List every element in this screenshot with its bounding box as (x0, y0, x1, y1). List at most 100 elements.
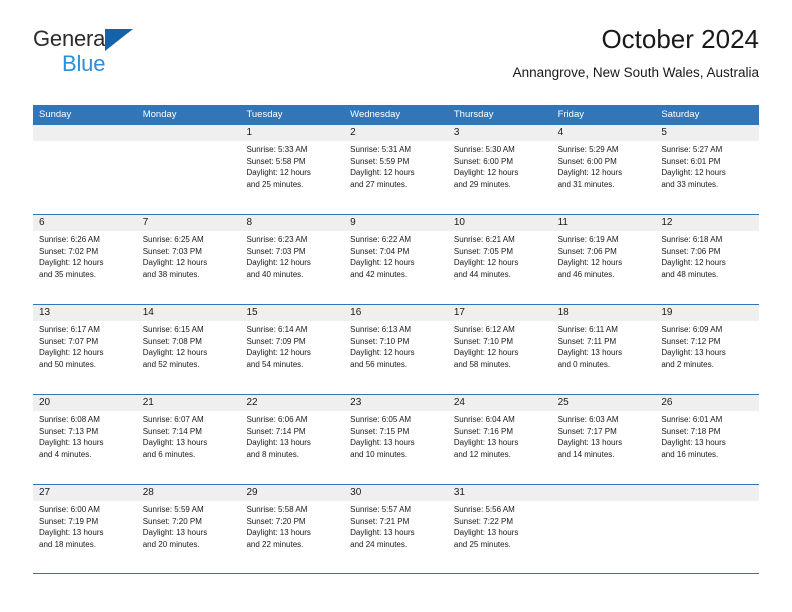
day-daylight2-text: and 18 minutes. (39, 539, 96, 549)
day-sunset-text: Sunset: 6:01 PM (661, 156, 721, 166)
day-cell[interactable]: 19 Sunrise: 6:09 AM Sunset: 7:12 PM Dayligh… (655, 305, 760, 394)
day-daylight2-text: and 12 minutes. (453, 449, 511, 459)
day-cell[interactable]: 12 Sunrise: 6:18 AM Sunset: 7:06 PM Dayligh… (655, 215, 760, 304)
day-daylight2-text: and 52 minutes. (142, 359, 200, 369)
day-sunset-text: Sunset: 7:03 PM (246, 246, 306, 256)
day-daylight1-text: Daylight: 12 hours (453, 348, 519, 358)
day-cell[interactable]: 28 Sunrise: 5:59 AM Sunset: 7:20 PM Dayligh… (136, 485, 241, 573)
day-cell[interactable]: 3 Sunrise: 5:30 AM Sunset: 6:00 PM Daylight… (447, 125, 552, 214)
calendar-body: 1 Sunrise: 5:33 AM Sunset: 5:58 PM Daylight… (33, 124, 760, 574)
day-daylight2-text: and 27 minutes. (350, 179, 408, 189)
day-sunrise-text: Sunrise: 5:33 AM (246, 145, 308, 154)
day-cell[interactable]: 13 Sunrise: 6:17 AM Sunset: 7:07 PM Dayligh… (33, 305, 137, 394)
day-daylight2-text: and 40 minutes. (246, 269, 304, 279)
day-details: Sunrise: 6:22 AM Sunset: 7:04 PM Daylight:… (344, 231, 448, 280)
day-daylight2-text: and 33 minutes. (661, 179, 719, 189)
day-cell[interactable]: 5 Sunrise: 5:27 AM Sunset: 6:01 PM Daylight… (655, 125, 760, 214)
day-daylight1-text: Daylight: 12 hours (350, 168, 415, 178)
day-number (33, 125, 137, 141)
day-daylight2-text: and 0 minutes. (557, 359, 611, 369)
day-daylight1-text: Daylight: 13 hours (453, 528, 519, 538)
day-cell[interactable]: 6 Sunrise: 6:26 AM Sunset: 7:02 PM Daylight… (33, 215, 137, 304)
day-cell[interactable]: 8 Sunrise: 6:23 AM Sunset: 7:03 PM Daylight… (240, 215, 345, 304)
day-cell[interactable]: 7 Sunrise: 6:25 AM Sunset: 7:03 PM Daylight… (136, 215, 241, 304)
day-number: 25 (551, 395, 656, 411)
day-sunrise-text: Sunrise: 6:19 AM (557, 235, 619, 244)
day-daylight1-text: Daylight: 13 hours (39, 528, 104, 538)
day-sunset-text: Sunset: 7:14 PM (246, 426, 306, 436)
day-daylight1-text: Daylight: 12 hours (453, 168, 519, 178)
day-cell[interactable]: 24 Sunrise: 6:04 AM Sunset: 7:16 PM Dayligh… (447, 395, 552, 484)
calendar-week-row: 20 Sunrise: 6:08 AM Sunset: 7:13 PM Dayligh… (33, 394, 760, 484)
day-cell[interactable]: 25 Sunrise: 6:03 AM Sunset: 7:17 PM Dayligh… (551, 395, 656, 484)
day-cell[interactable]: 29 Sunrise: 5:58 AM Sunset: 7:20 PM Dayligh… (240, 485, 345, 573)
day-cell[interactable]: 16 Sunrise: 6:13 AM Sunset: 7:10 PM Dayligh… (344, 305, 448, 394)
day-cell[interactable]: 22 Sunrise: 6:06 AM Sunset: 7:14 PM Dayligh… (240, 395, 345, 484)
day-number: 14 (136, 305, 241, 321)
day-cell[interactable]: 1 Sunrise: 5:33 AM Sunset: 5:58 PM Daylight… (240, 125, 345, 214)
day-details: Sunrise: 6:17 AM Sunset: 7:07 PM Daylight:… (33, 321, 137, 370)
day-cell[interactable]: 9 Sunrise: 6:22 AM Sunset: 7:04 PM Daylight… (344, 215, 448, 304)
day-sunrise-text: Sunrise: 5:57 AM (350, 505, 412, 514)
day-daylight2-text: and 58 minutes. (453, 359, 511, 369)
logo-triangle-icon (105, 29, 133, 51)
day-number: 9 (344, 215, 448, 231)
day-sunrise-text: Sunrise: 6:26 AM (39, 235, 100, 244)
day-sunrise-text: Sunrise: 6:03 AM (557, 415, 619, 424)
day-sunset-text: Sunset: 7:10 PM (350, 336, 410, 346)
day-daylight1-text: Daylight: 12 hours (661, 168, 726, 178)
day-number: 30 (344, 485, 448, 501)
page-header: General Blue October 2024 Annangrove, Ne… (33, 24, 759, 98)
day-sunset-text: Sunset: 7:12 PM (661, 336, 721, 346)
day-sunset-text: Sunset: 7:11 PM (557, 336, 617, 346)
day-daylight1-text: Daylight: 12 hours (557, 258, 623, 268)
day-daylight2-text: and 44 minutes. (453, 269, 511, 279)
day-sunrise-text: Sunrise: 6:23 AM (246, 235, 308, 244)
day-number: 22 (240, 395, 345, 411)
day-details: Sunrise: 6:05 AM Sunset: 7:15 PM Daylight:… (344, 411, 448, 460)
day-cell[interactable]: 23 Sunrise: 6:05 AM Sunset: 7:15 PM Dayligh… (344, 395, 448, 484)
day-number: 2 (344, 125, 448, 141)
day-cell[interactable]: 18 Sunrise: 6:11 AM Sunset: 7:11 PM Dayligh… (551, 305, 656, 394)
sunrise-sunset-calendar: Sunday Monday Tuesday Wednesday Thursday Frid… (33, 105, 760, 574)
day-sunset-text: Sunset: 5:58 PM (246, 156, 306, 166)
day-daylight2-text: and 42 minutes. (350, 269, 408, 279)
day-sunset-text: Sunset: 7:20 PM (246, 516, 306, 526)
day-daylight1-text: Daylight: 13 hours (350, 438, 415, 448)
day-cell[interactable]: 30 Sunrise: 5:57 AM Sunset: 7:21 PM Dayligh… (344, 485, 448, 573)
day-sunrise-text: Sunrise: 6:09 AM (661, 325, 723, 334)
day-details: Sunrise: 6:06 AM Sunset: 7:14 PM Daylight:… (240, 411, 344, 460)
day-cell[interactable]: 14 Sunrise: 6:15 AM Sunset: 7:08 PM Dayligh… (136, 305, 241, 394)
day-number: 17 (447, 305, 552, 321)
day-sunrise-text: Sunrise: 6:01 AM (661, 415, 723, 424)
day-details: Sunrise: 5:33 AM Sunset: 5:58 PM Daylight:… (240, 141, 344, 190)
logo-text-blue: Blue (62, 51, 106, 76)
day-sunset-text: Sunset: 7:13 PM (39, 426, 99, 436)
day-sunset-text: Sunset: 7:02 PM (39, 246, 99, 256)
day-number: 24 (447, 395, 552, 411)
day-cell[interactable]: 2 Sunrise: 5:31 AM Sunset: 5:59 PM Daylight… (344, 125, 448, 214)
day-sunset-text: Sunset: 7:05 PM (453, 246, 514, 256)
day-cell[interactable]: 20 Sunrise: 6:08 AM Sunset: 7:13 PM Dayligh… (33, 395, 137, 484)
day-number: 16 (344, 305, 448, 321)
day-daylight2-text: and 10 minutes. (350, 449, 408, 459)
day-cell[interactable]: 21 Sunrise: 6:07 AM Sunset: 7:14 PM Dayligh… (136, 395, 241, 484)
day-cell[interactable]: 17 Sunrise: 6:12 AM Sunset: 7:10 PM Dayligh… (447, 305, 552, 394)
day-daylight2-text: and 38 minutes. (142, 269, 200, 279)
day-sunrise-text: Sunrise: 5:56 AM (453, 505, 515, 514)
day-cell[interactable]: 27 Sunrise: 6:00 AM Sunset: 7:19 PM Dayligh… (33, 485, 137, 573)
day-sunset-text: Sunset: 7:20 PM (142, 516, 202, 526)
day-cell[interactable]: 4 Sunrise: 5:29 AM Sunset: 6:00 PM Daylight… (551, 125, 656, 214)
day-cell[interactable]: 31 Sunrise: 5:56 AM Sunset: 7:22 PM Dayligh… (447, 485, 552, 573)
day-number: 10 (447, 215, 552, 231)
general-blue-logo[interactable]: General Blue (33, 26, 213, 86)
day-sunrise-text: Sunrise: 6:05 AM (350, 415, 412, 424)
day-sunset-text: Sunset: 6:00 PM (453, 156, 514, 166)
day-cell[interactable]: 26 Sunrise: 6:01 AM Sunset: 7:18 PM Dayligh… (655, 395, 760, 484)
day-number: 12 (655, 215, 760, 231)
day-cell[interactable]: 10 Sunrise: 6:21 AM Sunset: 7:05 PM Dayligh… (447, 215, 552, 304)
day-cell[interactable]: 11 Sunrise: 6:19 AM Sunset: 7:06 PM Dayligh… (551, 215, 656, 304)
day-cell[interactable]: 15 Sunrise: 6:14 AM Sunset: 7:09 PM Dayligh… (240, 305, 345, 394)
day-daylight2-text: and 46 minutes. (557, 269, 615, 279)
day-sunrise-text: Sunrise: 6:18 AM (661, 235, 723, 244)
